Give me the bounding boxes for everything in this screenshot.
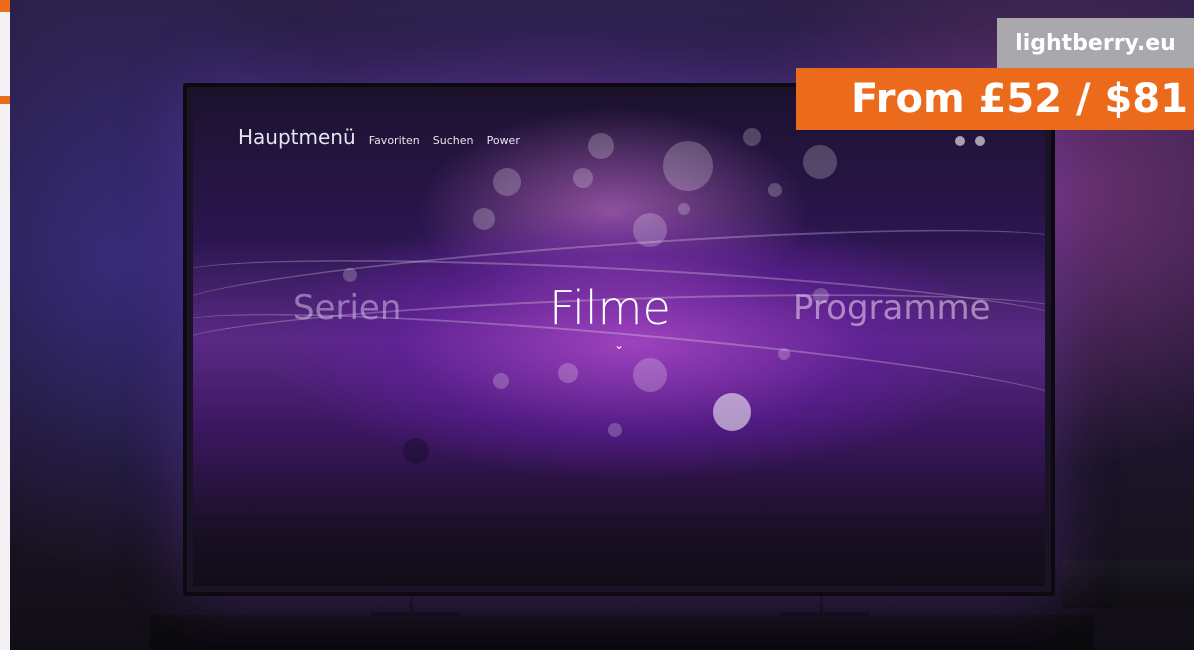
status-dot-icon	[955, 136, 965, 146]
bokeh-bubble	[633, 213, 667, 247]
bokeh-bubble	[678, 203, 690, 215]
bokeh-bubble	[403, 438, 429, 464]
category-movies[interactable]: Filme	[549, 281, 671, 335]
status-dot-icon	[975, 136, 985, 146]
tv-stand-foot	[780, 612, 870, 616]
bokeh-bubble	[608, 423, 622, 437]
side-device	[1062, 560, 1194, 608]
bokeh-bubble	[713, 393, 751, 431]
menu-item-favorites[interactable]: Favoriten	[369, 134, 420, 147]
chevron-down-icon: ⌄	[614, 338, 625, 352]
tv-stand-foot	[370, 612, 460, 616]
television: Hauptmenü Favoriten Suchen Power Serien …	[183, 83, 1055, 596]
orange-edge-mark	[0, 0, 10, 12]
bokeh-bubble	[633, 358, 667, 392]
menu-item-search[interactable]: Suchen	[433, 134, 474, 147]
category-series[interactable]: Serien	[293, 288, 401, 328]
tv-shelf	[150, 615, 1094, 650]
bokeh-bubble	[558, 363, 578, 383]
bokeh-bubble	[573, 168, 593, 188]
orange-edge-mark	[0, 96, 10, 104]
tv-screen: Hauptmenü Favoriten Suchen Power Serien …	[193, 93, 1045, 586]
bokeh-bubble	[778, 348, 790, 360]
bokeh-bubble	[588, 133, 614, 159]
category-programs[interactable]: Programme	[793, 288, 991, 328]
site-badge: lightberry.eu	[997, 18, 1194, 68]
bokeh-bubble	[768, 183, 782, 197]
tv-top-menu: Hauptmenü Favoriten Suchen Power	[238, 125, 520, 149]
bokeh-bubble	[493, 373, 509, 389]
bokeh-bubble	[743, 128, 761, 146]
bokeh-bubble	[803, 145, 837, 179]
status-tray	[945, 133, 1015, 147]
main-menu-title[interactable]: Hauptmenü	[238, 125, 356, 149]
bokeh-bubble	[473, 208, 495, 230]
photo-scene: Hauptmenü Favoriten Suchen Power Serien …	[0, 0, 1194, 650]
menu-item-power[interactable]: Power	[487, 134, 520, 147]
bokeh-bubble	[663, 141, 713, 191]
bokeh-bubble	[493, 168, 521, 196]
bokeh-bubble	[343, 268, 357, 282]
price-badge: From £52 / $81	[796, 68, 1194, 130]
